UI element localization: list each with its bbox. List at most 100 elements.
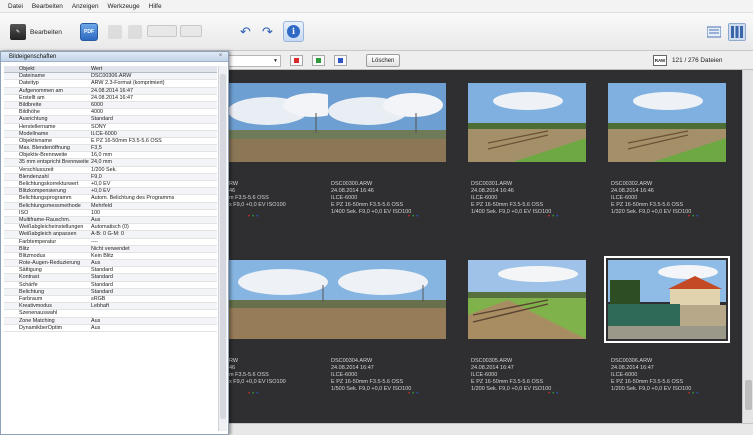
property-value: Aus	[91, 317, 101, 324]
thumbnail-date: 24.08.2014 16:46	[471, 187, 514, 194]
thumbnail-date: 24.08.2014 16:47	[611, 364, 654, 371]
property-row[interactable]: Dateityp ARW 2.3-Format (komprimiert)	[4, 80, 217, 88]
color-label-dots[interactable]: •••	[548, 214, 560, 220]
header-object: Objekt	[19, 66, 35, 72]
property-value: ARW 2.3-Format (komprimiert)	[91, 80, 165, 87]
blue-flag-icon	[338, 58, 343, 63]
property-row[interactable]: DynamikberOptim Aus	[4, 325, 217, 332]
property-row[interactable]: Kontrast Standard	[4, 274, 217, 282]
property-row[interactable]: Sättigung Standard	[4, 267, 217, 275]
red-flag-filter[interactable]	[290, 55, 303, 66]
menu-bearbeiten[interactable]: Bearbeiten	[32, 3, 63, 10]
property-row[interactable]: Kreativmodus Lebhaft	[4, 303, 217, 311]
property-row[interactable]: Aufgenommen am 24.08.2014 16:47	[4, 87, 217, 95]
panel-scroll-thumb[interactable]	[220, 74, 226, 419]
property-value: Standard	[91, 267, 113, 274]
property-row[interactable]: ISO 100	[4, 210, 217, 217]
thumbnail-image[interactable]	[468, 83, 586, 162]
property-row[interactable]: Farbtemperatur ----	[4, 239, 217, 246]
property-row[interactable]: Bildbreite 6000	[4, 101, 217, 110]
menu-anzeigen[interactable]: Anzeigen	[72, 3, 99, 10]
property-row[interactable]: Max. Blendenöffnung F3,5	[4, 145, 217, 153]
property-row[interactable]: Herstellername SONY	[4, 124, 217, 131]
thumbnail-image[interactable]	[468, 260, 586, 339]
property-row[interactable]: Belichtungsmessmethode Mehrfeld	[4, 202, 217, 210]
property-row[interactable]: 35 mm entspricht Brennweite 24,0 mm	[4, 159, 217, 167]
color-label-dots[interactable]: •••	[248, 214, 260, 220]
property-row[interactable]: Schärfe Standard	[4, 282, 217, 289]
disabled-field[interactable]	[147, 25, 177, 37]
color-label-dots[interactable]: •••	[548, 391, 560, 397]
color-label-dots[interactable]: •••	[248, 391, 260, 397]
menu-werkzeuge[interactable]: Werkzeuge	[108, 3, 140, 10]
menu-datei[interactable]: Datei	[8, 3, 23, 10]
property-row[interactable]: Objektiv-Brennweite 16,0 mm	[4, 152, 217, 160]
property-row[interactable]: Weißabgleich anpassen A-B: 0 G-M: 0	[4, 231, 217, 239]
property-row[interactable]: Multiframe-Rauschm. Aus	[4, 216, 217, 225]
disabled-field-2[interactable]	[180, 25, 202, 37]
color-label-dots[interactable]: •••	[408, 214, 420, 220]
scroll-thumb[interactable]	[745, 380, 752, 410]
thumbnail-image[interactable]	[328, 83, 446, 162]
property-row[interactable]: Ausrichtung Standard	[4, 116, 217, 124]
vertical-scrollbar[interactable]	[742, 70, 753, 423]
rotate-left-button[interactable]: ↶	[240, 21, 251, 43]
property-row[interactable]: Blendenzahl F9,0	[4, 173, 217, 181]
clear-filter-button[interactable]: Löschen	[366, 54, 400, 67]
green-flag-filter[interactable]	[312, 55, 325, 66]
property-row[interactable]: Belichtungskorrekturwert +0,0 EV	[4, 181, 217, 189]
menu-hilfe[interactable]: Hilfe	[149, 3, 162, 10]
property-row[interactable]: Modellname ILCE-6000	[4, 130, 217, 138]
property-row[interactable]: Objektivname E PZ 16-50mm F3.5-5.6 OSS	[4, 137, 217, 146]
thumbnail-image[interactable]	[608, 83, 726, 162]
property-row[interactable]: Verschlusszeit 1/200 Sek.	[4, 167, 217, 174]
property-name: Farbtemperatur	[19, 238, 57, 245]
list-view-button[interactable]	[705, 23, 723, 41]
sort-dropdown[interactable]: ▼	[226, 55, 281, 67]
property-row[interactable]: Farbraum sRGB	[4, 296, 217, 304]
blue-flag-filter[interactable]	[334, 55, 347, 66]
thumbnail-image[interactable]	[328, 260, 446, 339]
property-name: Aufgenommen am	[19, 87, 64, 94]
raw-filter-badge[interactable]: RAW	[653, 55, 667, 66]
property-name: Belichtungsprogramm	[19, 195, 72, 202]
property-name: Belichtungsmessmethode	[19, 202, 81, 209]
thumbnail-exposure: 1/200 Sek. F9,0 +0,0 EV ISO100	[611, 385, 692, 392]
color-label-dots[interactable]: •••	[408, 391, 420, 397]
disabled-tool-1[interactable]	[108, 21, 122, 43]
disabled-tool-2[interactable]	[128, 21, 142, 43]
property-value: Standard	[91, 281, 113, 288]
property-value: DSC00306.ARW	[91, 73, 132, 80]
property-row[interactable]: Belichtungsprogramm Autom. Belichtung des…	[4, 195, 217, 203]
property-name: Kontrast	[19, 274, 40, 281]
color-label-dots[interactable]: •••	[688, 391, 700, 397]
property-row[interactable]: Szenenauswahl	[4, 310, 217, 318]
property-row[interactable]: Weißabgleicheinstellungen Automatisch (0)	[4, 224, 217, 232]
pdf-export-button[interactable]: PDF	[80, 21, 98, 43]
property-value: Aus	[91, 216, 101, 223]
property-value: Lebhaft	[91, 303, 109, 310]
color-label-dots[interactable]: •••	[688, 214, 700, 220]
property-row[interactable]: Erstellt am 24.08.2014 16:47	[4, 95, 217, 102]
edit-button[interactable]: ✎ Bearbeiten	[10, 21, 62, 43]
rotate-right-button[interactable]: ↷	[262, 21, 273, 43]
horizontal-scrollbar[interactable]	[229, 423, 753, 435]
thumbnail-image[interactable]	[228, 83, 336, 162]
thumbnail-view-button[interactable]	[728, 23, 746, 41]
thumbnail-exposure: 1/400 Sek. F9,0 +0,0 EV ISO100	[331, 208, 412, 215]
close-icon[interactable]: ×	[217, 53, 224, 60]
property-row[interactable]: Zone Matching Aus	[4, 317, 217, 325]
property-row[interactable]: Blitz Nicht verwendet	[4, 245, 217, 253]
thumbnail-image[interactable]	[228, 260, 336, 339]
property-row[interactable]: Blitzkompensierung +0,0 EV	[4, 188, 217, 196]
property-row[interactable]: Blitzmodus Kein Blitz	[4, 253, 217, 261]
info-button[interactable]: i	[283, 20, 304, 42]
property-row[interactable]: Belichtung Standard	[4, 288, 217, 296]
panel-scrollbar[interactable]	[218, 66, 227, 431]
property-value: Standard	[91, 288, 113, 295]
property-row[interactable]: Dateiname DSC00306.ARW	[4, 73, 217, 81]
property-value: E PZ 16-50mm F3.5-5.6 OSS	[91, 137, 162, 144]
property-name: Bildbreite	[19, 101, 42, 108]
property-row[interactable]: Rote-Augen-Reduzierung Aus	[4, 260, 217, 268]
property-row[interactable]: Bildhöhe 4000	[4, 109, 217, 117]
